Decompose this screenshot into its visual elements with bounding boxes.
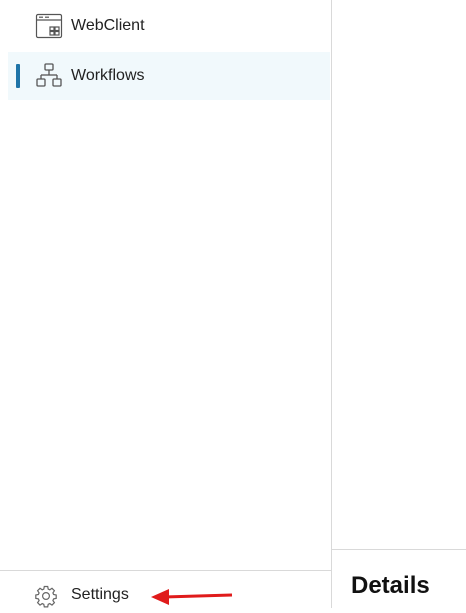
gear-icon (34, 584, 58, 608)
sidebar-item-label: WebClient (71, 17, 145, 34)
active-indicator (16, 64, 20, 88)
details-divider (332, 549, 466, 550)
sidebar-item-webclient[interactable]: WebClient (8, 2, 330, 50)
details-title: Details (351, 572, 430, 599)
sidebar-item-workflows[interactable]: Workflows (8, 52, 330, 100)
sidebar: WebClient Workflows Settings (0, 0, 332, 608)
workflow-tree-icon (35, 62, 63, 90)
sidebar-item-label: Workflows (71, 67, 145, 84)
sidebar-divider (0, 570, 332, 571)
red-arrow-annotation (151, 589, 233, 605)
sidebar-item-label: Settings (71, 586, 129, 603)
webclient-window-icon (35, 12, 63, 40)
